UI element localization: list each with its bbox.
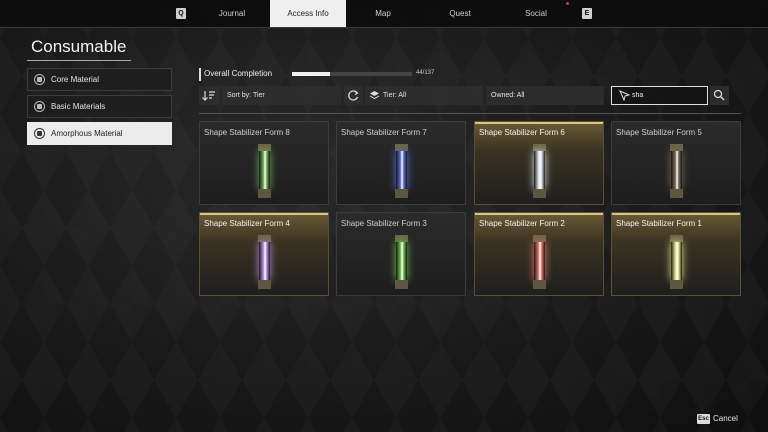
item-card[interactable]: Shape Stabilizer Form 4 [199, 212, 329, 296]
completion-count: 44/137 [416, 70, 435, 76]
vial-icon [258, 235, 271, 289]
vial-icon [533, 235, 546, 289]
tab-journal[interactable]: Journal [197, 0, 267, 27]
hexagon-icon [34, 101, 45, 112]
vial-icon [533, 144, 546, 198]
completion-accent [199, 68, 201, 81]
top-nav: Q Journal Access Info Map Quest Social E [0, 0, 768, 28]
sort-order-button[interactable] [199, 86, 220, 105]
sidebar-item-label: Basic Materials [51, 102, 106, 111]
tier-filter-label: Tier: All [383, 92, 407, 99]
item-card[interactable]: Shape Stabilizer Form 7 [336, 121, 466, 205]
hexagon-icon [34, 74, 45, 85]
notification-dot [566, 2, 569, 5]
item-name: Shape Stabilizer Form 6 [479, 128, 565, 137]
layers-icon [369, 91, 380, 100]
item-name: Shape Stabilizer Form 2 [479, 219, 565, 228]
refresh-icon [348, 90, 359, 101]
reset-button[interactable] [344, 86, 363, 105]
sidebar-item-core-material[interactable]: Core Material [27, 68, 172, 91]
cursor-icon [619, 90, 630, 101]
sidebar-item-label: Amorphous Material [51, 129, 123, 138]
tab-access-info[interactable]: Access Info [270, 0, 346, 27]
q-key-hint: Q [176, 8, 186, 19]
tab-social[interactable]: Social [502, 0, 570, 27]
vial-icon [395, 144, 408, 198]
grid-divider [199, 113, 741, 114]
e-key-hint: E [582, 8, 592, 19]
sidebar-item-basic-materials[interactable]: Basic Materials [27, 95, 172, 118]
item-card[interactable]: Shape Stabilizer Form 1 [611, 212, 741, 296]
item-card[interactable]: Shape Stabilizer Form 6 [474, 121, 604, 205]
cancel-button[interactable]: Cancel [713, 414, 738, 424]
vial-icon [670, 235, 683, 289]
tab-map[interactable]: Map [350, 0, 416, 27]
tier-filter-dropdown[interactable]: Tier: All [365, 86, 483, 105]
item-name: Shape Stabilizer Form 5 [616, 128, 702, 137]
search-box[interactable] [611, 86, 708, 105]
page-title: Consumable [31, 37, 127, 56]
item-name: Shape Stabilizer Form 8 [204, 128, 290, 137]
title-divider [27, 60, 131, 61]
completion-progress-bar [292, 72, 412, 76]
completion-progress-fill [292, 72, 331, 76]
search-icon [713, 89, 725, 101]
item-name: Shape Stabilizer Form 3 [341, 219, 427, 228]
item-name: Shape Stabilizer Form 7 [341, 128, 427, 137]
search-button[interactable] [710, 86, 729, 105]
sort-label: Sort by: Tier [227, 92, 265, 99]
item-name: Shape Stabilizer Form 4 [204, 219, 290, 228]
sidebar-item-label: Core Material [51, 75, 100, 84]
vial-icon [670, 144, 683, 198]
sidebar-item-amorphous-material[interactable]: Amorphous Material [27, 122, 172, 145]
tab-quest[interactable]: Quest [426, 0, 494, 27]
vial-icon [258, 144, 271, 198]
item-card[interactable]: Shape Stabilizer Form 3 [336, 212, 466, 296]
sort-dropdown[interactable]: Sort by: Tier [222, 86, 341, 105]
vial-icon [395, 235, 408, 289]
owned-filter-dropdown[interactable]: Owned: All [486, 86, 604, 105]
sort-icon [202, 91, 215, 101]
item-card[interactable]: Shape Stabilizer Form 5 [611, 121, 741, 205]
gear-icon [34, 128, 45, 139]
completion-label: Overall Completion [204, 69, 273, 78]
item-card[interactable]: Shape Stabilizer Form 2 [474, 212, 604, 296]
item-card[interactable]: Shape Stabilizer Form 8 [199, 121, 329, 205]
owned-filter-label: Owned: All [491, 92, 525, 99]
item-name: Shape Stabilizer Form 1 [616, 219, 702, 228]
esc-key-hint: Esc [697, 414, 710, 424]
search-input[interactable] [632, 89, 702, 102]
